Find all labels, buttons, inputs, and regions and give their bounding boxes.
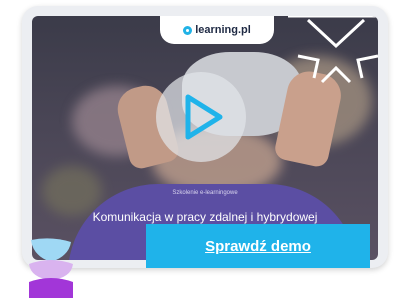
play-button[interactable] xyxy=(156,72,246,162)
demo-button-label: Sprawdź demo xyxy=(205,237,311,255)
course-title: Komunikacja w pracy zdalnej i hybrydowej xyxy=(92,210,318,224)
demo-button[interactable]: Sprawdź demo xyxy=(146,224,370,268)
logo-dot-icon xyxy=(183,25,193,35)
logo-text: learning.pl xyxy=(195,24,251,36)
play-icon xyxy=(185,94,223,140)
stacked-shapes-icon xyxy=(29,238,73,298)
course-type-label: Szkolenie e-learningowe xyxy=(172,190,238,196)
fullscreen-arrows-icon[interactable] xyxy=(288,16,378,86)
brand-logo: learning.pl xyxy=(160,16,274,44)
